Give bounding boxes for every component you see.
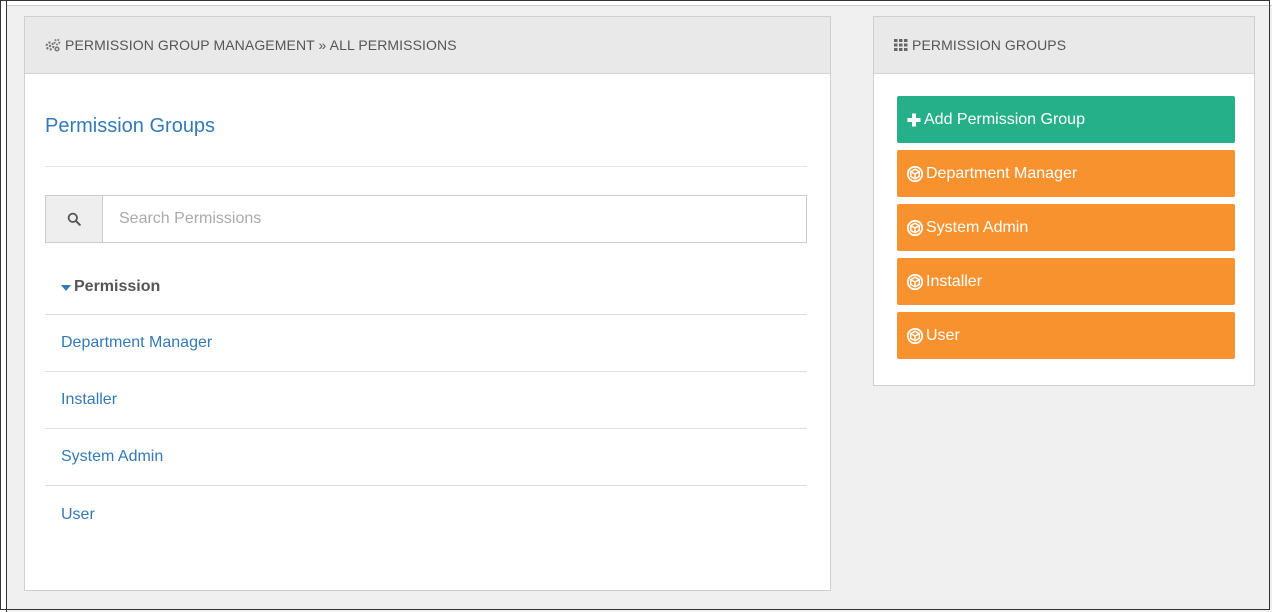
cube-icon	[907, 273, 923, 290]
column-header-permission[interactable]: Permission	[45, 259, 807, 315]
group-button-user[interactable]: User	[897, 312, 1235, 359]
permission-link[interactable]: System Admin	[61, 448, 163, 466]
panel-heading: PERMISSION GROUP MANAGEMENT » ALL PERMIS…	[25, 17, 830, 74]
permission-link[interactable]: Department Manager	[61, 334, 212, 352]
caret-down-icon	[61, 284, 71, 291]
table-row: System Admin	[45, 429, 807, 486]
panel-heading-text: PERMISSION GROUPS	[912, 37, 1067, 53]
table-row: Department Manager	[45, 315, 807, 372]
button-label: System Admin	[926, 218, 1029, 236]
add-permission-group-button[interactable]: Add Permission Group	[897, 96, 1235, 143]
table-row: Installer	[45, 372, 807, 429]
permission-management-panel: PERMISSION GROUP MANAGEMENT » ALL PERMIS…	[24, 16, 831, 591]
search-group	[45, 195, 807, 243]
permission-groups-panel: PERMISSION GROUPS Add Permission Group D…	[873, 16, 1255, 386]
permission-link[interactable]: Installer	[61, 391, 117, 409]
button-label: Installer	[926, 272, 983, 290]
group-button-system-admin[interactable]: System Admin	[897, 204, 1235, 251]
column-header-label: Permission	[74, 277, 161, 295]
search-icon[interactable]	[46, 196, 103, 242]
group-button-installer[interactable]: Installer	[897, 258, 1235, 305]
search-input[interactable]	[103, 196, 806, 242]
button-label: User	[926, 326, 960, 344]
group-button-list: Add Permission Group Department Manager	[897, 96, 1235, 366]
cogs-icon	[45, 38, 61, 52]
cube-icon	[907, 165, 923, 182]
table-row: User	[45, 486, 807, 543]
permissions-table: Permission Department Manager Installer …	[45, 259, 807, 543]
permission-link[interactable]: User	[61, 506, 95, 524]
cube-icon	[907, 327, 923, 344]
grid-icon	[894, 39, 908, 51]
cube-icon	[907, 219, 923, 236]
divider	[45, 166, 807, 167]
button-label: Add Permission Group	[924, 110, 1085, 128]
plus-icon	[907, 113, 921, 127]
page-title: Permission Groups	[45, 115, 216, 137]
panel-heading-text: PERMISSION GROUP MANAGEMENT » ALL PERMIS…	[65, 37, 457, 53]
group-button-department-manager[interactable]: Department Manager	[897, 150, 1235, 197]
panel-heading: PERMISSION GROUPS	[874, 17, 1254, 74]
button-label: Department Manager	[926, 164, 1078, 182]
